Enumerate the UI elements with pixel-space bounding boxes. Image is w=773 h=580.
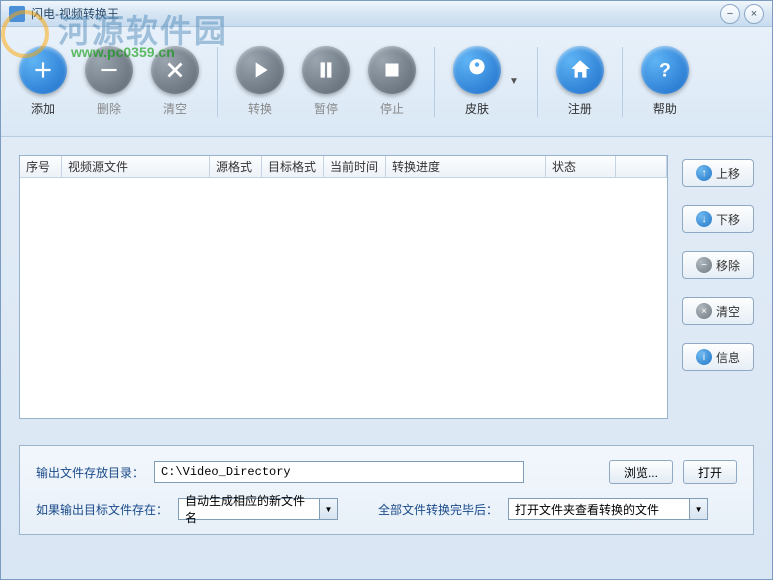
home-icon [556,46,604,94]
app-icon [9,6,25,22]
pause-button[interactable]: 暂停 [302,46,350,117]
if-exists-value: 自动生成相应的新文件名 [179,492,319,526]
x-icon [151,46,199,94]
skin-icon [453,46,501,94]
close-button[interactable]: × [744,4,764,24]
output-dir-label: 输出文件存放目录： [36,464,144,481]
pause-icon [302,46,350,94]
after-all-value: 打开文件夹查看转换的文件 [509,501,689,518]
help-button[interactable]: ? 帮助 [641,46,689,117]
content-area: 序号 视频源文件 源格式 目标格式 当前时间 转换进度 状态 ↑ 上移 ↓ 下移… [1,137,772,437]
table-header-time[interactable]: 当前时间 [324,156,386,177]
arrow-up-icon: ↑ [696,165,712,181]
clear-button[interactable]: 清空 [151,46,199,117]
register-button[interactable]: 注册 [556,46,604,117]
output-settings-panel: 输出文件存放目录： 浏览... 打开 如果输出目标文件存在： 自动生成相应的新文… [19,445,754,535]
after-all-combo[interactable]: 打开文件夹查看转换的文件 ▼ [508,498,708,520]
chevron-down-icon: ▼ [319,499,337,519]
toolbar-separator [434,47,435,117]
add-button[interactable]: 添加 [19,46,67,117]
convert-button[interactable]: 转换 [236,46,284,117]
remove-label: 移除 [716,257,740,274]
table-header-spacer[interactable] [616,156,667,177]
table-header-source[interactable]: 视频源文件 [62,156,210,177]
convert-label: 转换 [248,100,272,117]
help-label: 帮助 [653,100,677,117]
add-label: 添加 [31,100,55,117]
main-toolbar: 添加 删除 清空 转换 [1,27,772,137]
minimize-button[interactable]: − [720,4,740,24]
toolbar-separator [622,47,623,117]
table-header-index[interactable]: 序号 [20,156,62,177]
skin-label: 皮肤 [465,100,489,117]
stop-label: 停止 [380,100,404,117]
clear-side-label: 清空 [716,303,740,320]
window-controls: − × [720,4,764,24]
move-up-label: 上移 [716,165,740,182]
table-header-status[interactable]: 状态 [546,156,616,177]
info-button[interactable]: i 信息 [682,343,754,371]
minus-icon [85,46,133,94]
move-down-button[interactable]: ↓ 下移 [682,205,754,233]
clear-side-button[interactable]: × 清空 [682,297,754,325]
clear-label: 清空 [163,100,187,117]
table-body[interactable] [20,178,667,418]
toolbar-separator [217,47,218,117]
output-dir-input[interactable] [154,461,524,483]
side-button-panel: ↑ 上移 ↓ 下移 − 移除 × 清空 i 信息 [682,155,754,419]
if-exists-label: 如果输出目标文件存在： [36,501,168,518]
arrow-down-icon: ↓ [696,211,712,227]
move-up-button[interactable]: ↑ 上移 [682,159,754,187]
titlebar[interactable]: 闪电-视频转换王 − × [1,1,772,27]
stop-button[interactable]: 停止 [368,46,416,117]
question-icon: ? [641,46,689,94]
table-header-dstfmt[interactable]: 目标格式 [262,156,324,177]
after-all-label: 全部文件转换完毕后： [378,501,498,518]
play-icon [236,46,284,94]
info-icon: i [696,349,712,365]
remove-button[interactable]: − 移除 [682,251,754,279]
chevron-down-icon: ▼ [689,499,707,519]
browse-button[interactable]: 浏览... [609,460,673,484]
info-label: 信息 [716,349,740,366]
stop-icon [368,46,416,94]
move-down-label: 下移 [716,211,740,228]
toolbar-separator [537,47,538,117]
register-label: 注册 [568,100,592,117]
delete-label: 删除 [97,100,121,117]
skin-dropdown-arrow[interactable]: ▼ [509,76,519,87]
x-icon: × [696,303,712,319]
if-exists-combo[interactable]: 自动生成相应的新文件名 ▼ [178,498,338,520]
table-header-row: 序号 视频源文件 源格式 目标格式 当前时间 转换进度 状态 [20,156,667,178]
pause-label: 暂停 [314,100,338,117]
skin-button[interactable]: 皮肤 [453,46,501,117]
file-table: 序号 视频源文件 源格式 目标格式 当前时间 转换进度 状态 [19,155,668,419]
window-title: 闪电-视频转换王 [31,5,119,22]
table-header-srcfmt[interactable]: 源格式 [210,156,262,177]
delete-button[interactable]: 删除 [85,46,133,117]
minus-icon: − [696,257,712,273]
app-window: 闪电-视频转换王 − × 河源软件园 www.pc0359.cn 添加 删除 [0,0,773,580]
plus-icon [19,46,67,94]
table-header-progress[interactable]: 转换进度 [386,156,546,177]
svg-text:?: ? [659,60,671,82]
open-button[interactable]: 打开 [683,460,737,484]
